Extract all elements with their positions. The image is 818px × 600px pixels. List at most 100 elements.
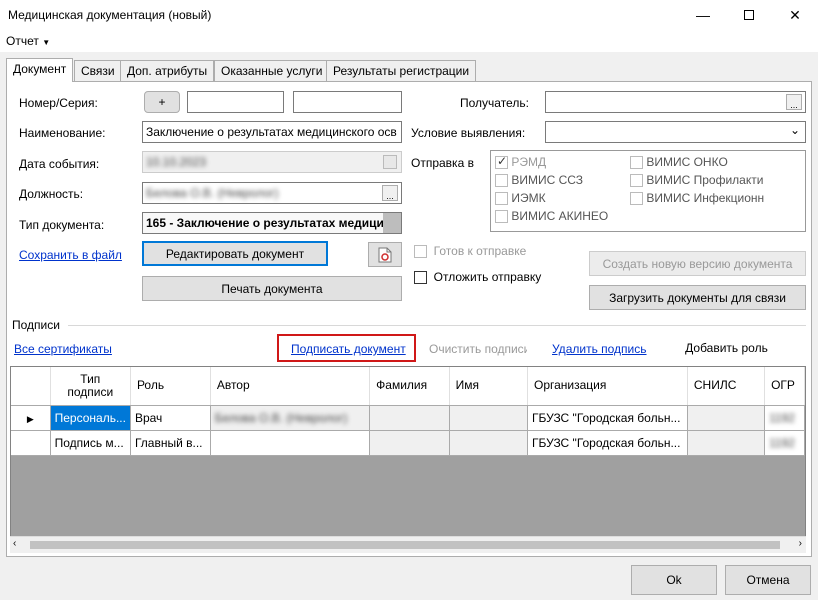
tab-document[interactable]: Документ bbox=[6, 58, 74, 82]
doc-type-input[interactable]: 165 - Заключение о результатах медици bbox=[142, 212, 402, 234]
grid-horizontal-scrollbar[interactable]: ‹ › bbox=[10, 536, 806, 553]
condition-select[interactable]: ⌄ bbox=[545, 121, 806, 143]
document-file-button[interactable] bbox=[368, 242, 402, 267]
cell-snils[interactable] bbox=[687, 405, 766, 431]
delete-signature-link[interactable]: Удалить подпись bbox=[552, 342, 647, 356]
cell-role[interactable]: Врач bbox=[130, 405, 211, 431]
send-vimis-akineo[interactable]: ВИМИС АКИНЕО bbox=[495, 209, 608, 224]
name-input[interactable]: Заключение о результатах медицинского ос… bbox=[142, 121, 402, 143]
scroll-right-icon[interactable]: › bbox=[799, 538, 802, 549]
position-picker-button[interactable]: ... bbox=[382, 185, 398, 201]
cell-org[interactable]: ГБУЗС "Городская больн... bbox=[527, 430, 688, 456]
cell-name[interactable] bbox=[449, 430, 528, 456]
scroll-left-icon[interactable]: ‹ bbox=[13, 538, 16, 549]
cell-ogr[interactable]: 1192 bbox=[764, 405, 805, 431]
chevron-down-icon: ⌄ bbox=[789, 123, 800, 137]
condition-label: Условие выявления: bbox=[411, 126, 526, 140]
grid-header-row: Тип подписи Роль Автор Фамилия Имя Орган… bbox=[11, 367, 805, 406]
tab-registration-results[interactable]: Результаты регистрации bbox=[326, 60, 477, 81]
row-pointer-icon: ▶ bbox=[26, 413, 34, 424]
cell-author[interactable]: Белова О.В. (Невролог) bbox=[210, 405, 371, 431]
checkbox-icon bbox=[495, 174, 508, 188]
cancel-button[interactable]: Отмена bbox=[725, 565, 811, 595]
cell-snils[interactable] bbox=[687, 430, 766, 456]
cell-type[interactable]: Подпись м... bbox=[50, 430, 131, 456]
checkbox-icon bbox=[414, 245, 427, 259]
send-to-label: Отправка в bbox=[411, 156, 474, 170]
load-documents-button[interactable]: Загрузить документы для связи bbox=[589, 285, 806, 310]
add-number-button[interactable]: + bbox=[144, 91, 180, 113]
scroll-thumb[interactable] bbox=[30, 541, 780, 549]
column-header-organization[interactable]: Организация bbox=[527, 367, 688, 406]
column-header-signature-type[interactable]: Тип подписи bbox=[50, 367, 131, 406]
column-header-surname[interactable]: Фамилия bbox=[369, 367, 450, 406]
close-button[interactable]: ✕ bbox=[772, 0, 818, 30]
column-header-author[interactable]: Автор bbox=[210, 367, 371, 406]
cell-surname[interactable] bbox=[369, 430, 450, 456]
maximize-button[interactable] bbox=[726, 0, 772, 30]
send-vimis-onko[interactable]: ВИМИС ОНКО bbox=[630, 155, 728, 170]
recipient-label: Получатель: bbox=[460, 96, 529, 110]
send-vimis-inf[interactable]: ВИМИС Инфекционн bbox=[630, 191, 764, 206]
cell-surname[interactable] bbox=[369, 405, 450, 431]
ready-to-send-checkbox[interactable]: Готов к отправке bbox=[414, 244, 526, 259]
name-label: Наименование: bbox=[19, 126, 106, 140]
position-input[interactable]: Белова О.В. (Невролог) ... bbox=[142, 182, 402, 204]
signatures-section-label: Подписи bbox=[12, 318, 60, 332]
table-row[interactable]: Подпись м... Главный в... ГБУЗС "Городск… bbox=[11, 430, 805, 456]
tab-services[interactable]: Оказанные услуги bbox=[214, 60, 330, 81]
series-input[interactable] bbox=[293, 91, 402, 113]
cell-role[interactable]: Главный в... bbox=[130, 430, 211, 456]
sign-document-link[interactable]: Подписать документ bbox=[291, 342, 406, 356]
minimize-icon: — bbox=[696, 7, 710, 23]
event-date-label: Дата события: bbox=[19, 157, 100, 171]
column-header-role[interactable]: Роль bbox=[130, 367, 211, 406]
send-vimis-prof[interactable]: ВИМИС Профилакти bbox=[630, 173, 763, 188]
cell-author[interactable] bbox=[210, 430, 371, 456]
event-date-value: 10.10.2023 bbox=[146, 155, 207, 169]
window-title: Медицинская документация (новый) bbox=[8, 8, 212, 22]
cell-ogr[interactable]: 1192 bbox=[764, 430, 805, 456]
all-certificates-link[interactable]: Все сертификаты bbox=[14, 342, 112, 356]
doc-type-dropdown[interactable] bbox=[383, 213, 401, 233]
column-header-ogr[interactable]: ОГР bbox=[764, 367, 805, 406]
signatures-grid: Тип подписи Роль Автор Фамилия Имя Орган… bbox=[10, 366, 806, 552]
pdf-document-icon bbox=[378, 247, 392, 262]
caret-down-icon: ▼ bbox=[42, 38, 51, 47]
send-vimis-ssz[interactable]: ВИМИС ССЗ bbox=[495, 173, 583, 188]
column-header-snils[interactable]: СНИЛС bbox=[687, 367, 766, 406]
title-bar: Медицинская документация (новый) — ✕ bbox=[0, 0, 818, 30]
edit-document-button[interactable]: Редактировать документ bbox=[142, 241, 328, 266]
minimize-button[interactable]: — bbox=[680, 0, 726, 30]
recipient-input[interactable]: ... bbox=[545, 91, 806, 113]
menu-report[interactable]: Отчет ▼ bbox=[6, 34, 50, 48]
send-iemk[interactable]: ИЭМК bbox=[495, 191, 546, 206]
send-remd[interactable]: РЭМД bbox=[495, 154, 546, 170]
checkbox-icon bbox=[630, 192, 643, 206]
cell-org[interactable]: ГБУЗС "Городская больн... bbox=[527, 405, 688, 431]
tab-links[interactable]: Связи bbox=[74, 60, 122, 81]
number-input[interactable] bbox=[187, 91, 284, 113]
create-new-version-button[interactable]: Создать новую версию документа bbox=[589, 251, 806, 276]
cell-type[interactable]: Персональ... bbox=[50, 405, 131, 431]
row-indicator[interactable]: ▶ bbox=[11, 405, 51, 431]
add-role-button[interactable]: Добавить роль bbox=[663, 334, 790, 362]
save-to-file-link[interactable]: Сохранить в файл bbox=[19, 248, 122, 262]
postpone-send-checkbox[interactable]: Отложить отправку bbox=[414, 270, 541, 285]
event-date-input[interactable]: 10.10.2023 bbox=[142, 151, 402, 173]
tab-extra-attributes[interactable]: Доп. атрибуты bbox=[120, 60, 215, 81]
checkbox-icon bbox=[495, 154, 508, 170]
position-value: Белова О.В. (Невролог) bbox=[146, 186, 279, 200]
clear-signature-link[interactable]: Очистить подписи bbox=[429, 342, 527, 356]
row-header-column bbox=[11, 367, 51, 406]
table-row[interactable]: ▶ Персональ... Врач Белова О.В. (Невроло… bbox=[11, 405, 805, 431]
recipient-picker-button[interactable]: ... bbox=[786, 94, 802, 110]
signatures-divider bbox=[68, 325, 806, 326]
row-indicator[interactable] bbox=[11, 430, 51, 456]
print-document-button[interactable]: Печать документа bbox=[142, 276, 402, 301]
cell-name[interactable] bbox=[449, 405, 528, 431]
ok-button[interactable]: Ok bbox=[631, 565, 717, 595]
column-header-name[interactable]: Имя bbox=[449, 367, 528, 406]
checkbox-icon bbox=[495, 192, 508, 206]
checkbox-icon bbox=[495, 210, 508, 224]
